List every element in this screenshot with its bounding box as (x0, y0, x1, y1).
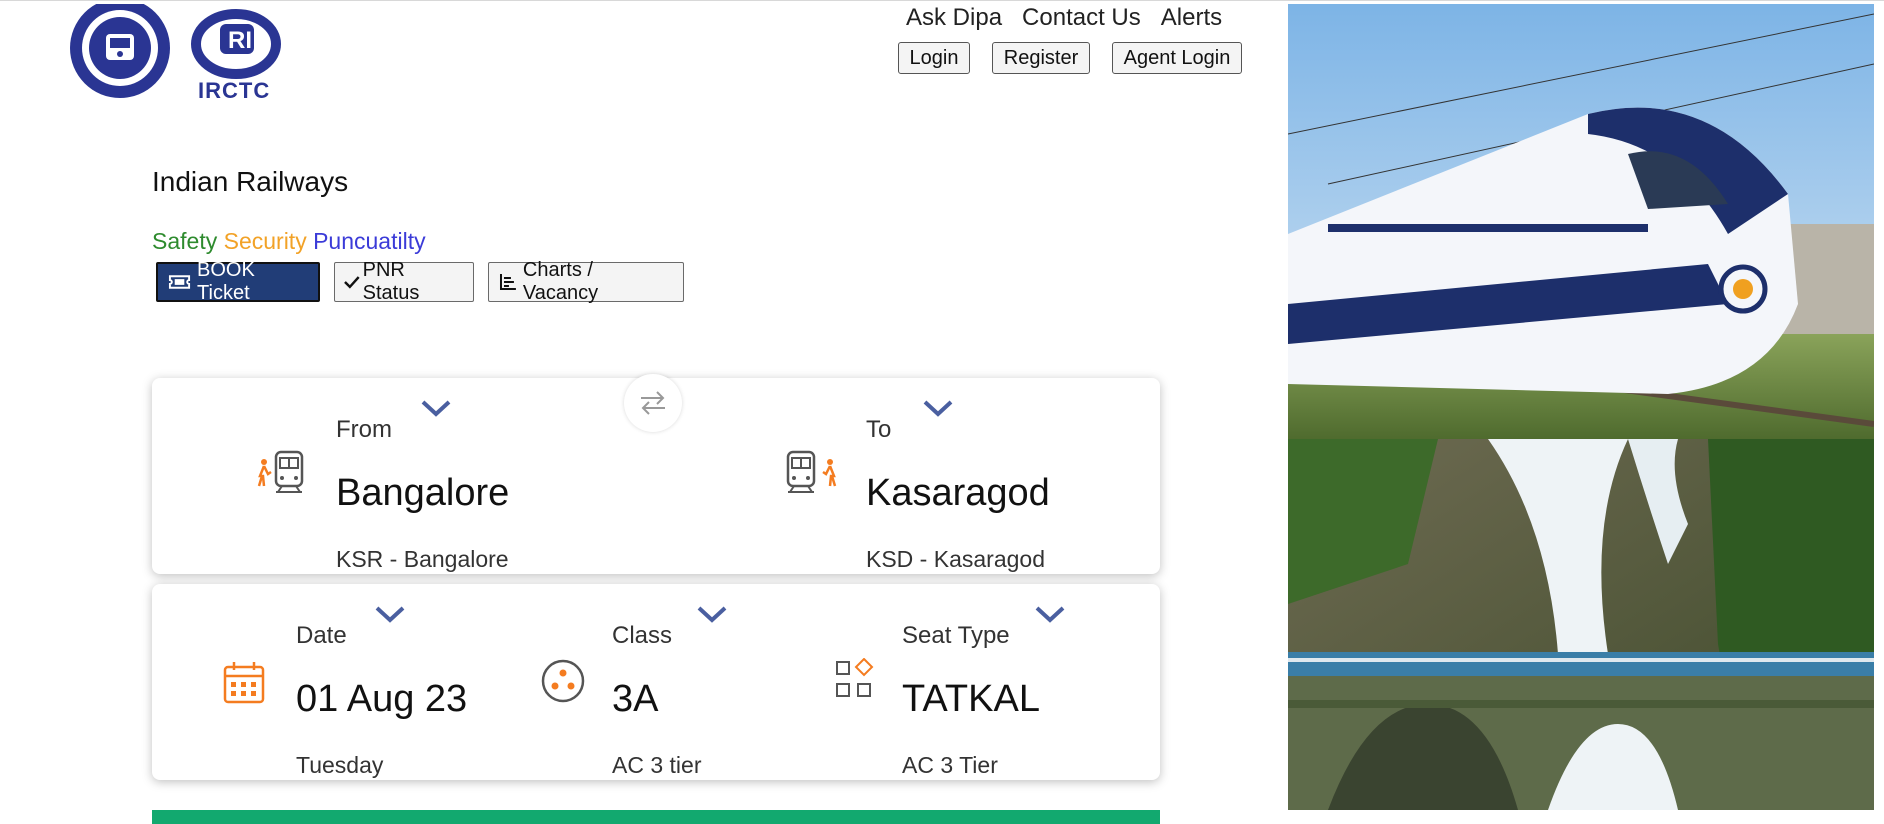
brand-tagline: Safety Security Puncuatilty (152, 228, 426, 255)
irctc-emblem-icon: RI (191, 9, 281, 79)
from-label: From (336, 416, 392, 443)
pnr-status-label: PNR Status (362, 259, 420, 304)
tagline-safety: Safety (152, 228, 218, 254)
irctc-logo: RI IRCTC (186, 4, 292, 104)
seat-type-value[interactable]: TATKAL (902, 678, 1040, 721)
seat-type-label: Seat Type (902, 622, 1010, 649)
ticket-icon (168, 275, 191, 289)
swap-stations-button[interactable] (624, 374, 682, 432)
calendar-icon (223, 662, 265, 704)
date-weekday: Tuesday (296, 752, 384, 778)
train-to-icon (786, 450, 837, 493)
tagline-security: Security (223, 228, 307, 254)
ask-dipa-link[interactable]: Ask Dipa (906, 4, 1002, 34)
class-value[interactable]: 3A (612, 678, 658, 721)
pnr-status-button[interactable]: PNR Status (334, 259, 474, 304)
date-value[interactable]: 01 Aug 23 (296, 678, 467, 721)
charts-vacancy-button[interactable]: Charts / Vacancy (488, 259, 684, 304)
svg-text:RI: RI (228, 27, 252, 54)
details-card: Date 01 Aug 23 Tuesday Class 3A AC 3 tie… (152, 584, 1160, 780)
seat-type-description: AC 3 Tier (902, 752, 998, 778)
seat-chevron-down-icon[interactable] (1034, 604, 1066, 624)
date-label: Date (296, 622, 347, 649)
class-description: AC 3 tier (612, 752, 702, 778)
chart-icon (499, 274, 516, 290)
top-links: Ask Dipa Contact Us Alerts (906, 4, 1222, 34)
alerts-link[interactable]: Alerts (1161, 4, 1222, 34)
book-ticket-button[interactable]: BOOK Ticket (156, 259, 320, 304)
train-from-icon (257, 450, 304, 493)
contact-us-link[interactable]: Contact Us (1022, 4, 1141, 34)
login-button[interactable]: Login (898, 42, 970, 74)
brand-title: Indian Railways (152, 166, 349, 197)
journey-card: From Bangalore KSR - Bangalore To Kasara… (152, 374, 1160, 574)
to-label: To (866, 416, 892, 443)
from-chevron-down-icon[interactable] (420, 398, 452, 418)
class-label: Class (612, 622, 673, 649)
search-button[interactable] (152, 810, 1160, 824)
class-icon (541, 659, 585, 703)
seat-type-icon (836, 658, 874, 697)
from-station-code: KSR - Bangalore (336, 546, 509, 572)
swap-icon (641, 391, 665, 415)
tagline-punctuality: Puncuatilty (313, 228, 426, 254)
to-station-code: KSD - Kasaragod (866, 546, 1045, 572)
charts-vacancy-label: Charts / Vacancy (522, 259, 599, 304)
agent-login-button[interactable]: Agent Login (1112, 42, 1242, 74)
irctc-logo-text: IRCTC (198, 78, 271, 103)
indian-railways-logo (70, 4, 170, 98)
to-chevron-down-icon[interactable] (922, 398, 954, 418)
book-ticket-label: BOOK Ticket (197, 259, 255, 304)
check-icon (344, 276, 360, 289)
date-chevron-down-icon[interactable] (374, 604, 406, 624)
class-chevron-down-icon[interactable] (696, 604, 728, 624)
register-button[interactable]: Register (992, 42, 1090, 74)
to-city[interactable]: Kasaragod (866, 472, 1050, 515)
hero-image (1288, 4, 1874, 810)
from-city[interactable]: Bangalore (336, 472, 509, 515)
